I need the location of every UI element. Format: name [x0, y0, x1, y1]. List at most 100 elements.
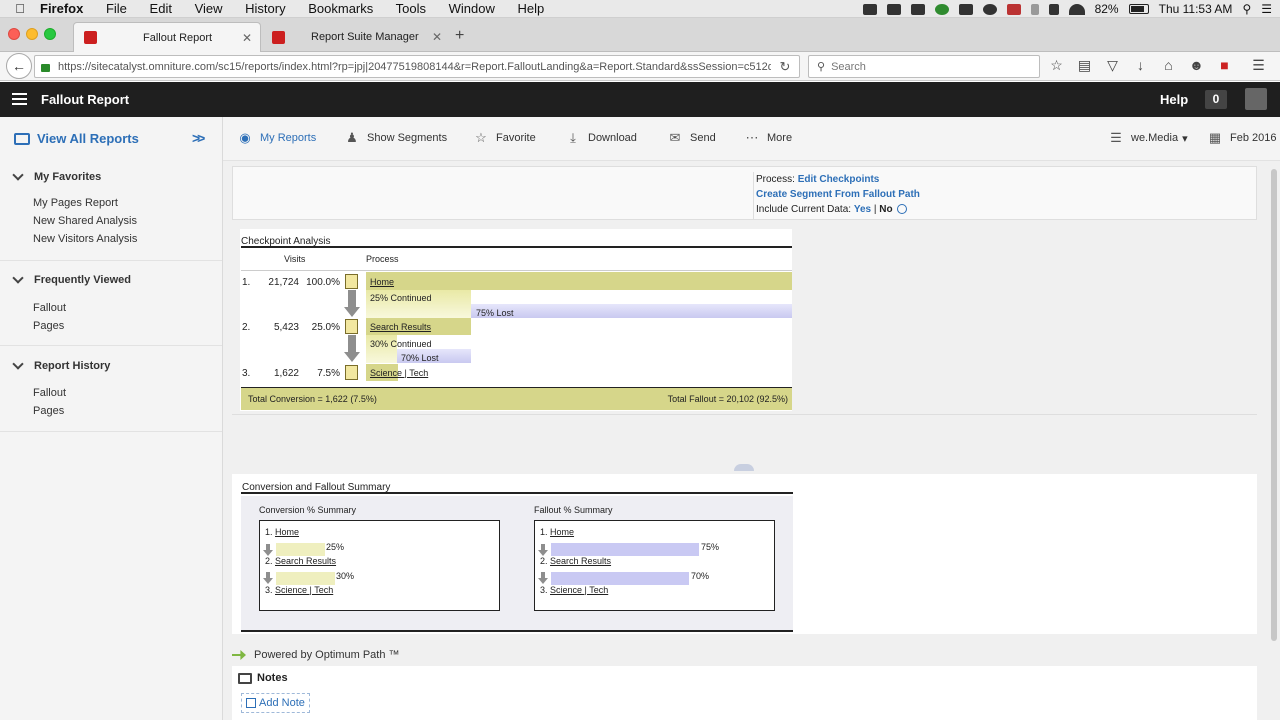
menu-view[interactable]: View [195, 1, 223, 16]
date-picker[interactable]: ▦ Feb 2016 [1207, 131, 1277, 145]
evernote-icon[interactable] [910, 3, 925, 15]
show-segments-button[interactable]: ♟ Show Segments [344, 131, 447, 145]
clock[interactable]: Thu 11:53 AM [1159, 2, 1233, 16]
menu-help[interactable]: Help [518, 1, 545, 16]
checkpoint-link[interactable]: Science | Tech [370, 368, 428, 378]
report-toolbar: ◉ My Reports ♟ Show Segments ☆ Favorite ⤓ Do… [223, 117, 1280, 161]
notification-badge[interactable]: 0 [1205, 90, 1227, 109]
sidebar-item-pages[interactable]: Pages [0, 317, 222, 335]
menu-bookmarks[interactable]: Bookmarks [308, 1, 373, 16]
close-window-button[interactable] [8, 28, 20, 40]
sidebar-item-fallout[interactable]: Fallout [0, 384, 222, 402]
apple-icon[interactable]:  [0, 1, 40, 16]
info-icon[interactable] [896, 204, 907, 215]
drive-icon[interactable] [982, 3, 997, 15]
clipboard-icon[interactable] [886, 3, 901, 15]
view-all-reports-link[interactable]: View All Reports [14, 131, 139, 146]
hamburger-menu-icon[interactable] [12, 93, 27, 105]
include-yes-link[interactable]: Yes [854, 204, 871, 215]
summary-step-link[interactable]: Search Results [550, 556, 611, 566]
minimize-window-button[interactable] [26, 28, 38, 40]
wifi-icon[interactable] [1068, 3, 1085, 15]
notification-center-icon[interactable]: ☰ [1261, 2, 1272, 16]
url-text[interactable]: https://sitecatalyst.omniture.com/sc15/r… [58, 61, 771, 73]
menu-file[interactable]: File [106, 1, 127, 16]
shield-icon[interactable] [1006, 3, 1021, 15]
sidebar-item-new-shared-analysis[interactable]: New Shared Analysis [0, 212, 222, 230]
chevron-down-icon: ▾ [1182, 132, 1188, 145]
my-reports-button[interactable]: ◉ My Reports [237, 131, 316, 145]
pocket-icon[interactable]: ▽ [1104, 58, 1121, 73]
summary-step-link[interactable]: Search Results [275, 556, 336, 566]
summary-step-link[interactable]: Home [275, 527, 299, 537]
menu-window[interactable]: Window [449, 1, 495, 16]
lost-label: 75% Lost [476, 308, 514, 318]
more-button[interactable]: ⋯ More [744, 131, 793, 145]
chat-icon[interactable]: ☻ [1188, 58, 1205, 73]
section-header[interactable]: My Favorites [0, 167, 222, 187]
url-bar[interactable]: https://sitecatalyst.omniture.com/sc15/r… [34, 55, 800, 78]
report-suite-label: we.Media [1131, 132, 1179, 144]
sidebar-item-new-visitors-analysis[interactable]: New Visitors Analysis [0, 230, 222, 248]
new-tab-button[interactable]: + [455, 27, 464, 45]
add-note-button[interactable]: Add Note [241, 693, 310, 713]
report-suite-selector[interactable]: ☰ we.Media ▾ [1108, 131, 1188, 145]
more-label: More [767, 132, 793, 144]
tab-report-suite-manager[interactable]: Report Suite Manager ✕ [262, 22, 450, 52]
divider [241, 630, 793, 632]
help-link[interactable]: Help [1160, 92, 1188, 107]
collapse-handle[interactable] [734, 464, 754, 471]
sidebar-item-fallout[interactable]: Fallout [0, 299, 222, 317]
addon-icon[interactable]: ■ [1216, 58, 1233, 73]
zoom-window-button[interactable] [44, 28, 56, 40]
add-note-label: Add Note [259, 697, 305, 709]
menu-tools[interactable]: Tools [396, 1, 426, 16]
collapse-sidebar-icon[interactable]: >> [192, 130, 205, 146]
reload-icon[interactable]: ↻ [771, 59, 799, 75]
avatar[interactable] [1245, 88, 1267, 110]
section-header[interactable]: Frequently Viewed [0, 270, 222, 290]
edit-checkpoints-link[interactable]: Edit Checkpoints [798, 174, 880, 185]
tab-fallout-report[interactable]: Fallout Report ✕ [73, 22, 261, 52]
volume-icon[interactable] [1048, 3, 1059, 15]
checkpoint-link[interactable]: Search Results [370, 322, 431, 332]
download-button[interactable]: ⤓ Download [565, 131, 637, 145]
home-icon[interactable]: ⌂ [1160, 58, 1177, 73]
spotlight-icon[interactable]: ⚲ [1242, 2, 1251, 16]
search-input[interactable]: ⚲ Search [808, 55, 1040, 78]
sidebar-item-pages[interactable]: Pages [0, 402, 222, 420]
summary-step-link[interactable]: Home [550, 527, 574, 537]
window-controls [8, 28, 56, 40]
audio-icon[interactable] [958, 3, 973, 15]
favorite-button[interactable]: ☆ Favorite [473, 131, 536, 145]
create-segment-link[interactable]: Create Segment From Fallout Path [756, 189, 920, 200]
battery-icon[interactable] [1128, 4, 1149, 14]
close-tab-icon[interactable]: ✕ [242, 31, 252, 45]
section-header[interactable]: Report History [0, 356, 222, 376]
downloads-icon[interactable]: ↓ [1132, 58, 1149, 73]
sidebar-item-my-pages-report[interactable]: My Pages Report [0, 194, 222, 212]
firefox-menu-icon[interactable]: ☰ [1250, 58, 1267, 73]
menu-edit[interactable]: Edit [150, 1, 172, 16]
send-button[interactable]: ✉ Send [667, 131, 716, 145]
menu-history[interactable]: History [245, 1, 285, 16]
sidebar-section-report-history: Report History Fallout Pages [0, 356, 222, 432]
camera-icon[interactable] [862, 3, 877, 15]
summary-step-link[interactable]: Science | Tech [550, 585, 608, 595]
adobe-favicon-icon [84, 31, 97, 44]
reading-list-icon[interactable]: ▤ [1076, 58, 1093, 73]
back-button[interactable]: ← [6, 53, 32, 79]
scrollbar-thumb[interactable] [1271, 169, 1277, 641]
close-tab-icon[interactable]: ✕ [432, 30, 442, 44]
search-placeholder: Search [831, 60, 866, 73]
scrollbar[interactable] [1268, 161, 1280, 720]
lock-icon[interactable] [41, 64, 50, 72]
bluetooth-icon[interactable] [1030, 3, 1039, 15]
checkpoint-link[interactable]: Home [370, 277, 394, 287]
favorite-label: Favorite [496, 132, 536, 144]
summary-step-link[interactable]: Science | Tech [275, 585, 333, 595]
bookmark-star-icon[interactable]: ☆ [1048, 58, 1065, 73]
status-green-icon[interactable] [934, 3, 949, 15]
browser-nav-bar: ← https://sitecatalyst.omniture.com/sc15… [0, 52, 1280, 81]
menu-firefox[interactable]: Firefox [40, 1, 83, 16]
